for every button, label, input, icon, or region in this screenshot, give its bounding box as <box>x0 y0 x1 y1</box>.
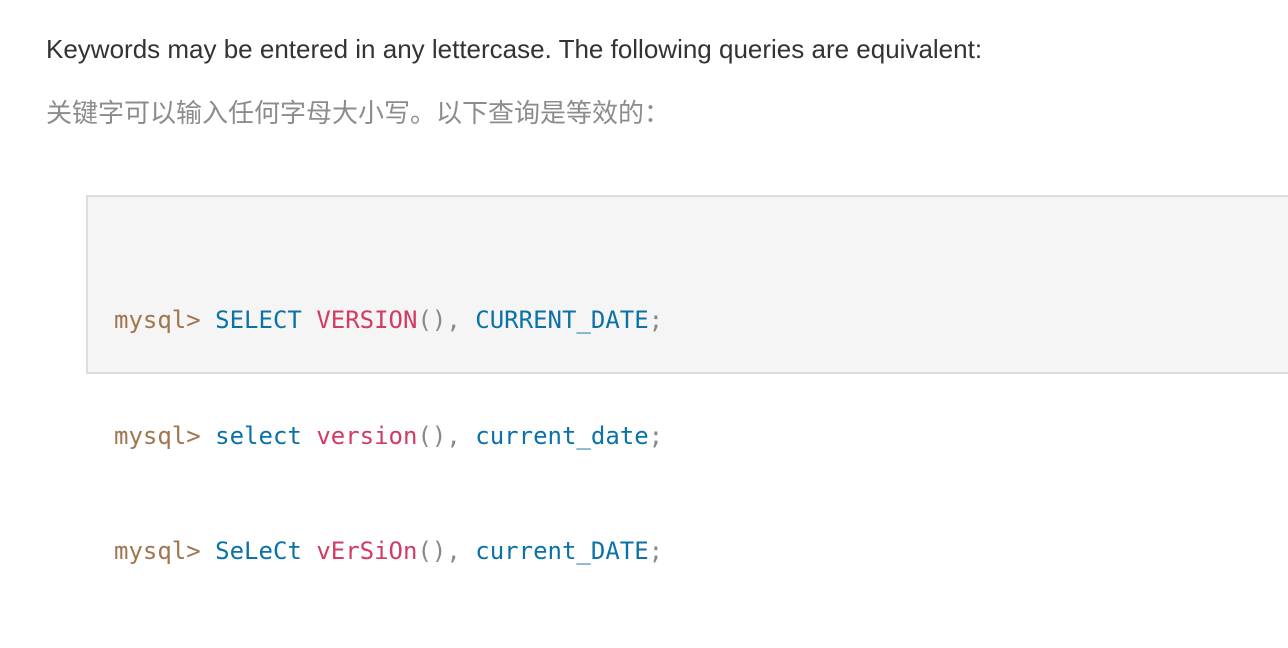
select-keyword: SeLeCt <box>215 537 302 565</box>
code-line-2: mysql> select version(), current_date; <box>114 417 663 456</box>
intro-paragraph-chinese: 关键字可以输入任何字母大小写。以下查询是等效的： <box>46 99 671 129</box>
mysql-prompt: mysql> <box>114 421 201 450</box>
select-keyword: SELECT <box>215 306 302 334</box>
code-block: mysql> SELECT VERSION(), CURRENT_DATE; m… <box>86 195 1288 565</box>
intro-paragraph-english: Keywords may be entered in any lettercas… <box>46 34 983 64</box>
mysql-prompt: mysql> <box>114 306 201 334</box>
current-date-identifier: current_DATE <box>475 537 649 565</box>
comma: , <box>446 537 461 565</box>
select-keyword: select <box>215 421 302 450</box>
mysql-prompt: mysql> <box>114 537 201 565</box>
semicolon: ; <box>648 421 664 450</box>
current-date-identifier: current_date <box>475 421 649 450</box>
semicolon: ; <box>648 537 664 565</box>
comma: , <box>446 421 461 450</box>
current-date-identifier: CURRENT_DATE <box>475 306 649 334</box>
version-function: VERSION <box>316 306 418 334</box>
code-line-3: mysql> SeLeCt vErSiOn(), current_DATE; <box>114 532 663 571</box>
semicolon: ; <box>648 306 664 334</box>
code-line-1: mysql> SELECT VERSION(), CURRENT_DATE; <box>114 301 663 340</box>
comma: , <box>446 306 461 334</box>
parentheses: () <box>417 421 447 450</box>
code-lines: mysql> SELECT VERSION(), CURRENT_DATE; m… <box>114 224 663 648</box>
parentheses: () <box>417 306 447 334</box>
version-function: version <box>316 421 418 450</box>
parentheses: () <box>417 537 447 565</box>
version-function: vErSiOn <box>316 537 418 565</box>
